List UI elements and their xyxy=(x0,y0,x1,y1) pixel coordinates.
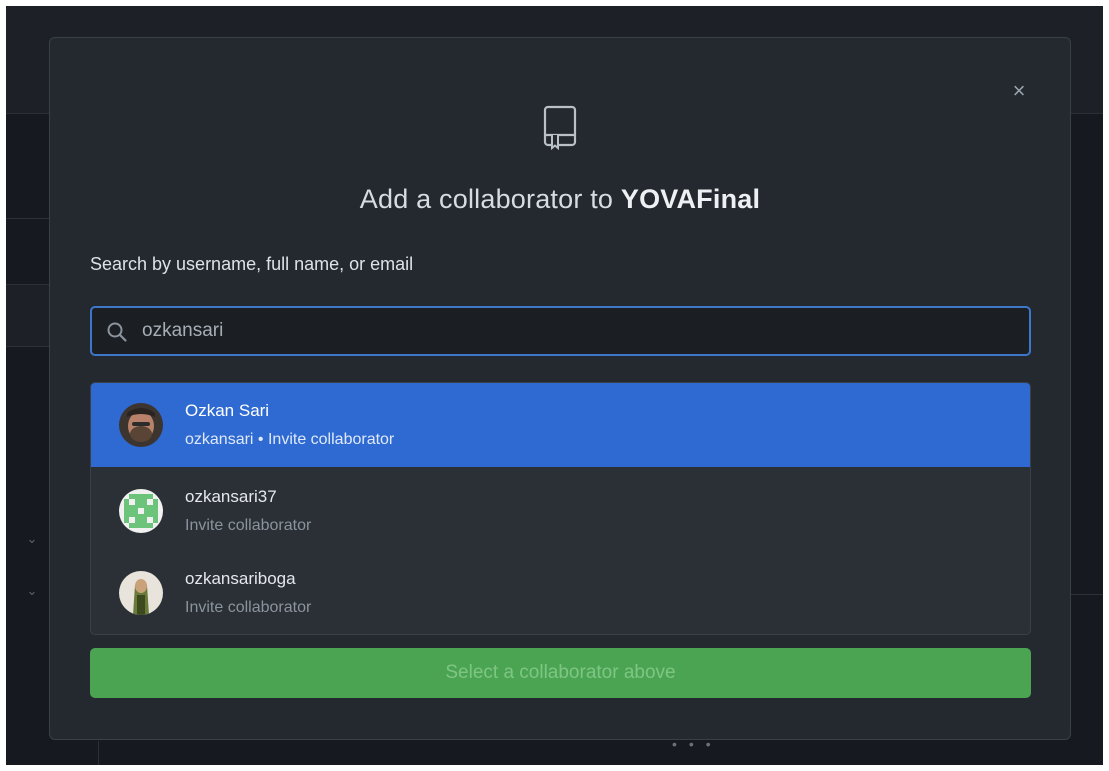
search-input[interactable] xyxy=(142,308,1012,354)
result-item-ozkansari37[interactable]: ozkansari37 Invite collaborator xyxy=(91,469,1030,553)
chevron-down-icon: ⌄ xyxy=(26,583,38,598)
background-divider xyxy=(6,346,50,347)
search-results-list: Ozkan Sari ozkansari • Invite collaborat… xyxy=(90,382,1031,635)
result-subtitle: ozkansari • Invite collaborator xyxy=(185,431,395,448)
result-name: ozkansari37 xyxy=(185,487,277,506)
background-divider xyxy=(6,218,50,219)
avatar xyxy=(119,489,163,533)
avatar xyxy=(119,571,163,615)
background-divider xyxy=(98,741,99,765)
result-item-ozkansariboga[interactable]: ozkansariboga Invite collaborator xyxy=(91,551,1030,634)
select-collaborator-button[interactable]: Select a collaborator above xyxy=(90,648,1031,698)
result-name: ozkansariboga xyxy=(185,569,296,588)
chevron-down-icon: ⌄ xyxy=(26,531,38,546)
repo-name: YOVAFinal xyxy=(620,184,761,214)
dialog-title: Add a collaborator to YOVAFinal xyxy=(50,184,1070,215)
result-name: Ozkan Sari xyxy=(185,401,270,420)
close-button[interactable]: × xyxy=(1008,80,1030,102)
avatar xyxy=(119,403,163,447)
result-subtitle: Invite collaborator xyxy=(185,599,312,616)
background-divider xyxy=(6,284,50,285)
result-item-ozkan-sari[interactable]: Ozkan Sari ozkansari • Invite collaborat… xyxy=(91,383,1030,467)
search-icon xyxy=(107,322,127,342)
add-collaborator-dialog: × Add a collaborator to YOVAFinal Search… xyxy=(49,37,1071,740)
background-sidebar-item xyxy=(6,284,50,346)
repo-book-icon xyxy=(543,105,577,151)
result-subtitle: Invite collaborator xyxy=(185,517,312,534)
search-label: Search by username, full name, or email xyxy=(90,254,414,274)
search-field[interactable] xyxy=(90,306,1031,356)
dialog-title-prefix: Add a collaborator to xyxy=(359,184,621,214)
